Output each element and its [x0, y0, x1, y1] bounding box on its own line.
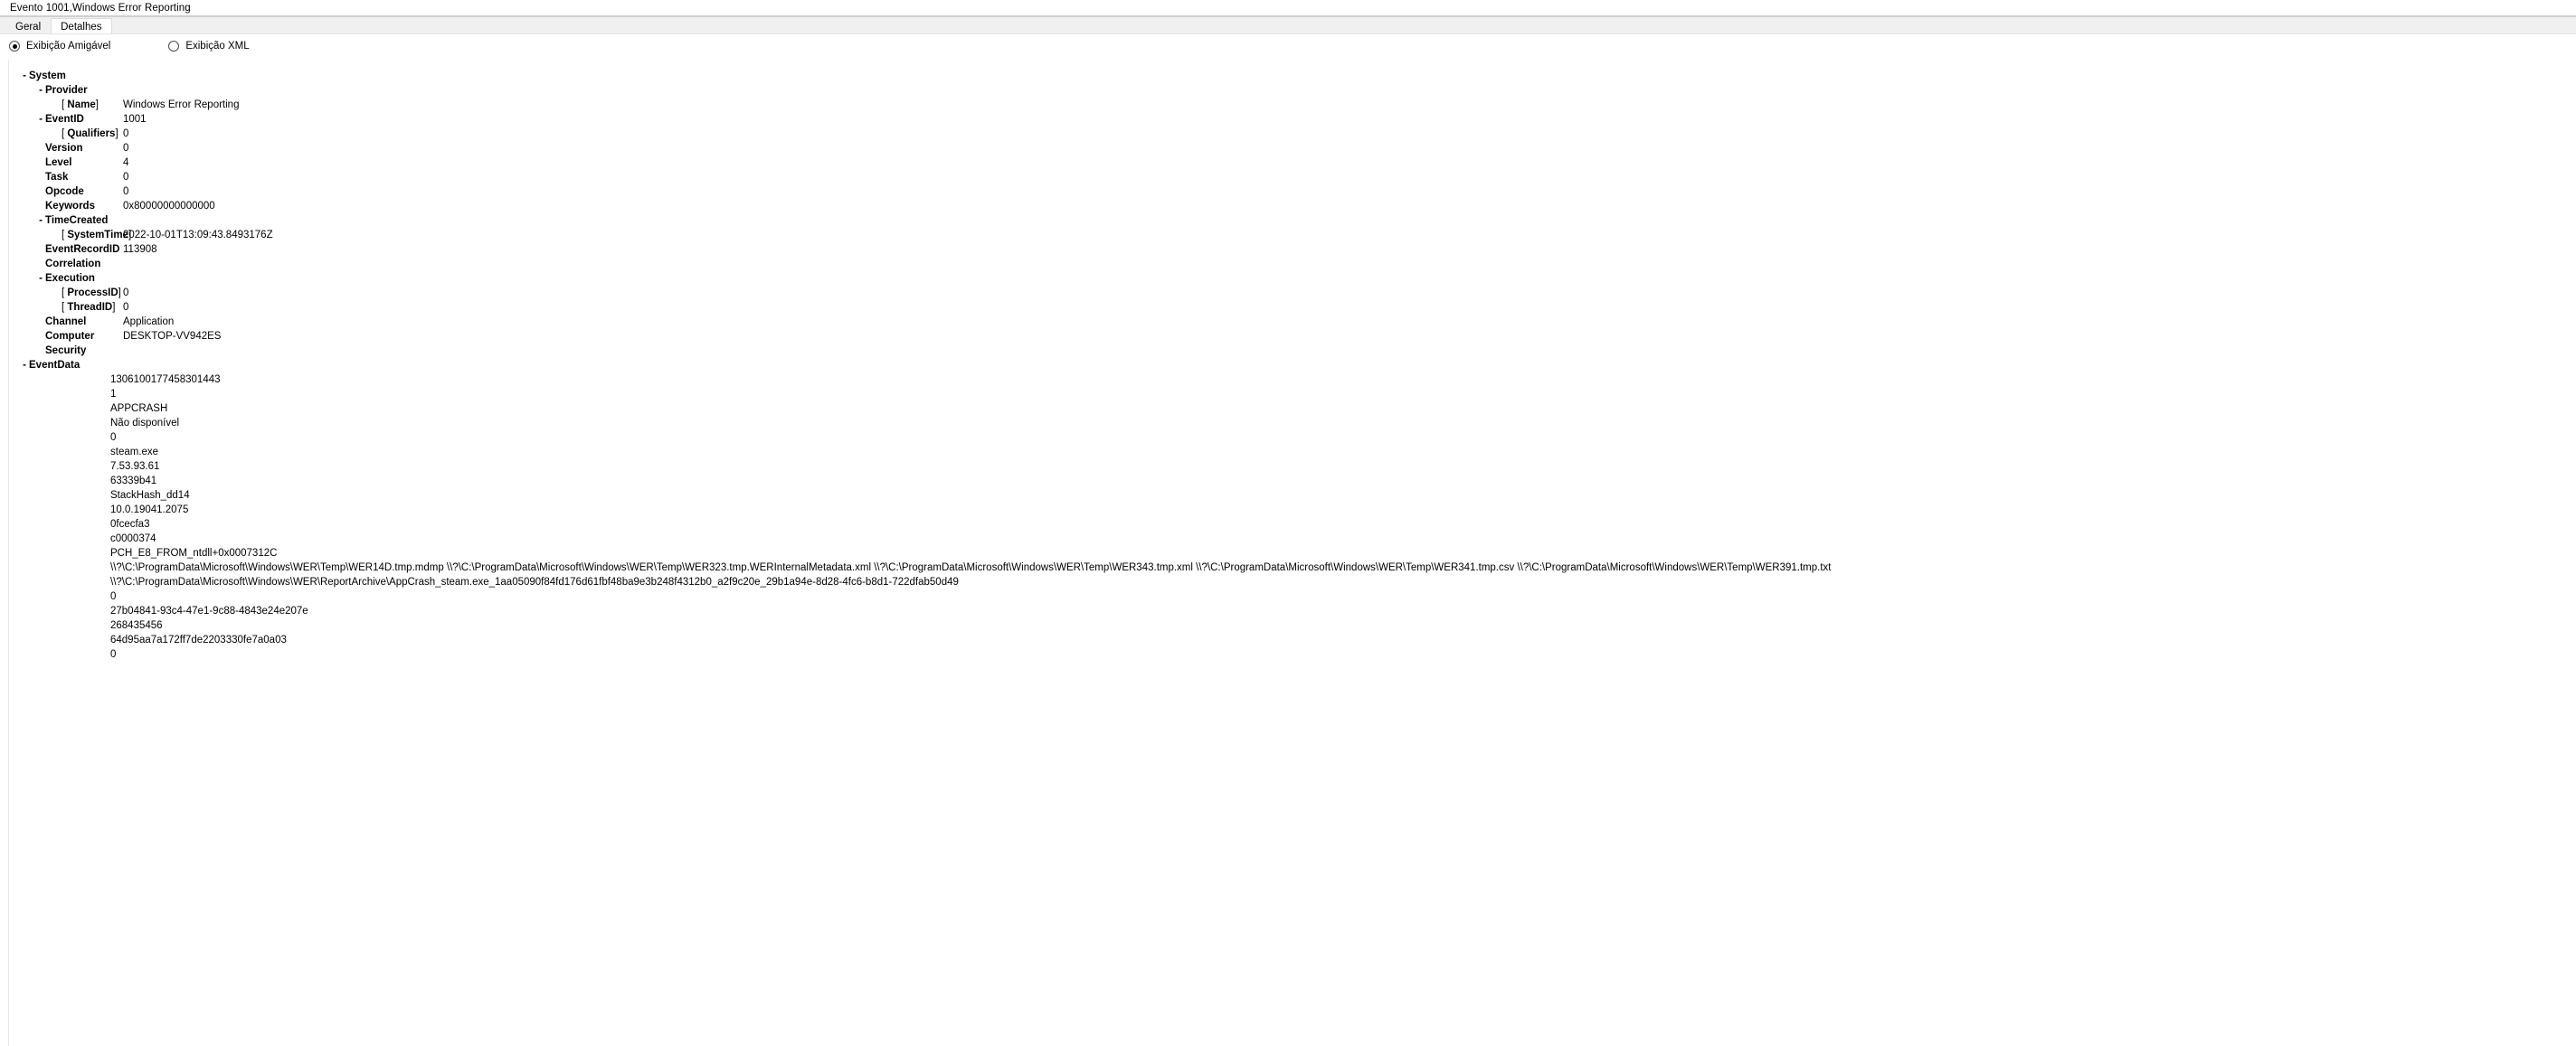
- tree-node-eventdata[interactable]: - EventData: [9, 358, 2576, 372]
- tree-attr-threadid: [ ThreadID] 0: [9, 300, 2576, 315]
- eventdata-value: 63339b41: [110, 476, 157, 486]
- tabstrip: Geral Detalhes: [0, 17, 2576, 33]
- node-label-execution: Execution: [45, 273, 95, 284]
- eventdata-value: 0: [110, 591, 117, 602]
- node-value-eventrecordid: 113908: [123, 244, 157, 255]
- radio-xml-view-label: Exibição XML: [185, 41, 250, 52]
- node-label-keywords: Keywords: [45, 201, 95, 212]
- node-label-channel: Channel: [45, 316, 87, 327]
- tree-node-eventrecordid: EventRecordID 113908: [9, 242, 2576, 257]
- radio-friendly-view-label: Exibição Amigável: [26, 41, 111, 52]
- node-value-version: 0: [123, 143, 129, 154]
- attr-value-qualifiers: 0: [123, 128, 129, 139]
- tree-node-security: Security: [9, 344, 2576, 358]
- eventdata-values: 1306100177458301443 1 APPCRASH Não dispo…: [9, 372, 2576, 662]
- left-rail: [0, 60, 8, 1046]
- tree-attr-processid: [ ProcessID] 0: [9, 286, 2576, 300]
- node-value-level: 4: [123, 157, 129, 168]
- node-label-version: Version: [45, 143, 83, 154]
- tree-node-timecreated[interactable]: - TimeCreated: [9, 213, 2576, 228]
- eventdata-value: Não disponível: [110, 418, 180, 429]
- node-value-channel: Application: [123, 316, 175, 327]
- eventdata-value: steam.exe: [110, 447, 159, 457]
- eventdata-value: \\?\C:\ProgramData\Microsoft\Windows\WER…: [110, 562, 1832, 573]
- radio-unselected-icon: [168, 41, 180, 52]
- tree-node-system[interactable]: - System: [9, 69, 2576, 83]
- attr-label-name: [ Name]: [62, 99, 99, 110]
- eventdata-value: 10.0.19041.2075: [110, 504, 189, 515]
- tree-attr-provider-name: [ Name] Windows Error Reporting: [9, 98, 2576, 112]
- attr-value-threadid: 0: [123, 302, 129, 313]
- node-value-opcode: 0: [123, 186, 129, 197]
- tab-geral[interactable]: Geral: [5, 18, 52, 33]
- node-label-provider: Provider: [45, 85, 88, 96]
- eventdata-value: 27b04841-93c4-47e1-9c88-4843e24e207e: [110, 606, 308, 617]
- attr-label-qualifiers: [ Qualifiers]: [62, 128, 118, 139]
- attr-label-processid: [ ProcessID]: [62, 287, 121, 298]
- expander-collapse-icon[interactable]: -: [20, 358, 29, 372]
- eventdata-value: 1306100177458301443: [110, 374, 221, 385]
- node-label-system: System: [29, 71, 66, 81]
- eventdata-value: c0000374: [110, 533, 156, 544]
- attr-value-processid: 0: [123, 287, 129, 298]
- eventdata-value: APPCRASH: [110, 403, 168, 414]
- tree-node-execution[interactable]: - Execution: [9, 271, 2576, 286]
- eventdata-value: 0: [110, 432, 117, 443]
- tree-node-provider[interactable]: - Provider: [9, 83, 2576, 98]
- node-label-computer: Computer: [45, 331, 95, 342]
- tree-node-task: Task 0: [9, 170, 2576, 184]
- eventdata-value: StackHash_dd14: [110, 490, 190, 501]
- radio-friendly-view[interactable]: Exibição Amigável: [9, 41, 110, 52]
- eventdata-value: 0fcecfa3: [110, 519, 150, 530]
- attr-label-threadid: [ ThreadID]: [62, 302, 116, 313]
- tree-node-channel: Channel Application: [9, 315, 2576, 329]
- node-label-eventdata: EventData: [29, 360, 80, 371]
- tree-node-correlation: Correlation: [9, 257, 2576, 271]
- tree-node-version: Version 0: [9, 141, 2576, 155]
- tree-node-keywords: Keywords 0x80000000000000: [9, 199, 2576, 213]
- node-label-eventrecordid: EventRecordID: [45, 244, 120, 255]
- node-value-task: 0: [123, 172, 129, 183]
- window-title: Evento 1001,Windows Error Reporting: [10, 2, 191, 14]
- eventdata-value: 1: [110, 389, 117, 400]
- tree-node-eventid[interactable]: - EventID 1001: [9, 112, 2576, 127]
- node-label-level: Level: [45, 157, 72, 168]
- expander-collapse-icon[interactable]: -: [36, 112, 45, 127]
- tab-detalhes[interactable]: Detalhes: [51, 18, 112, 33]
- eventdata-value: 7.53.93.61: [110, 461, 160, 472]
- details-panel: Exibição Amigável Exibição XML - System …: [0, 33, 2576, 1046]
- attr-label-systemtime: [ SystemTime]: [62, 230, 132, 240]
- tree-node-level: Level 4: [9, 155, 2576, 170]
- eventdata-value: 268435456: [110, 620, 163, 631]
- node-label-timecreated: TimeCreated: [45, 215, 109, 226]
- view-mode-group: Exibição Amigável Exibição XML: [0, 34, 2576, 58]
- eventdata-value: \\?\C:\ProgramData\Microsoft\Windows\WER…: [110, 577, 959, 588]
- tree-node-computer: Computer DESKTOP-VV942ES: [9, 329, 2576, 344]
- expander-collapse-icon[interactable]: -: [20, 69, 29, 83]
- expander-collapse-icon[interactable]: -: [36, 83, 45, 98]
- radio-selected-icon: [9, 41, 20, 52]
- node-value-keywords: 0x80000000000000: [123, 201, 215, 212]
- node-value-eventid: 1001: [123, 114, 147, 125]
- node-label-opcode: Opcode: [45, 186, 84, 197]
- eventdata-value: PCH_E8_FROM_ntdll+0x0007312C: [110, 548, 278, 559]
- tree-attr-systemtime: [ SystemTime] 2022-10-01T13:09:43.849317…: [9, 228, 2576, 242]
- attr-value-provider-name: Windows Error Reporting: [123, 99, 240, 110]
- window-titlebar: Evento 1001,Windows Error Reporting: [0, 0, 2576, 15]
- expander-collapse-icon[interactable]: -: [36, 271, 45, 286]
- node-label-eventid: EventID: [45, 114, 84, 125]
- eventdata-value: 64d95aa7a172ff7de2203330fe7a0a03: [110, 635, 287, 646]
- event-detail-tree[interactable]: - System - Provider [ Name] Windows Erro…: [8, 60, 2576, 1046]
- node-label-task: Task: [45, 172, 69, 183]
- node-label-correlation: Correlation: [45, 259, 101, 269]
- node-label-security: Security: [45, 345, 87, 356]
- radio-xml-view[interactable]: Exibição XML: [168, 41, 250, 52]
- node-value-computer: DESKTOP-VV942ES: [123, 331, 222, 342]
- expander-collapse-icon[interactable]: -: [36, 213, 45, 228]
- tree-node-opcode: Opcode 0: [9, 184, 2576, 199]
- eventdata-value: 0: [110, 649, 117, 660]
- tree-attr-qualifiers: [ Qualifiers] 0: [9, 127, 2576, 141]
- attr-value-systemtime: 2022-10-01T13:09:43.8493176Z: [123, 230, 273, 240]
